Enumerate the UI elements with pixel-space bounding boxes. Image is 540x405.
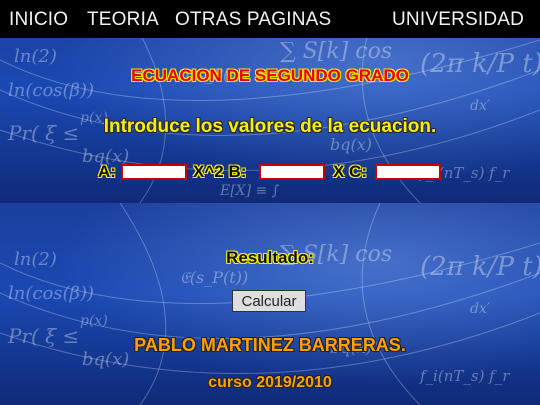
svg-text:ln(2): ln(2) — [14, 46, 57, 67]
author-name: PABLO MARTINEZ BARRERAS. — [134, 335, 406, 355]
nav-link-inicio[interactable]: INICIO — [9, 9, 68, 31]
label-c: X C: — [333, 162, 367, 181]
input-a[interactable] — [121, 164, 187, 180]
nav-link-universidad[interactable]: UNIVERSIDAD — [392, 9, 524, 31]
input-c[interactable] — [375, 164, 441, 180]
svg-text:ln(cos(β)): ln(cos(β)) — [8, 283, 94, 304]
input-b[interactable] — [259, 164, 325, 180]
svg-text:∑ S[k] cos: ∑ S[k] cos — [280, 39, 392, 64]
label-a: A: — [98, 162, 116, 181]
svg-text:dx′: dx′ — [470, 98, 491, 114]
svg-text:𝔈(s_P(t)): 𝔈(s_P(t)) — [180, 268, 248, 287]
course-year: curso 2019/2010 — [208, 374, 332, 391]
page-title: ECUACION DE SEGUNDO GRADO — [131, 66, 409, 85]
label-b: X^2 B: — [193, 162, 247, 181]
svg-text:E[X] ≡ ∫: E[X] ≡ ∫ — [219, 183, 279, 199]
nav-link-teoria[interactable]: TEORIA — [87, 9, 159, 31]
instructions-text: Introduce los valores de la ecuacion. — [103, 116, 437, 137]
top-navigation-bar: INICIO TEORIA OTRAS PAGINAS UNIVERSIDAD — [0, 0, 540, 38]
svg-text:dx′: dx′ — [470, 301, 491, 317]
result-label: Resultado: — [226, 248, 314, 267]
calculate-button[interactable]: Calcular — [232, 290, 306, 312]
nav-link-otras-paginas[interactable]: OTRAS PAGINAS — [175, 9, 331, 31]
svg-text:p(x): p(x) — [80, 313, 108, 329]
